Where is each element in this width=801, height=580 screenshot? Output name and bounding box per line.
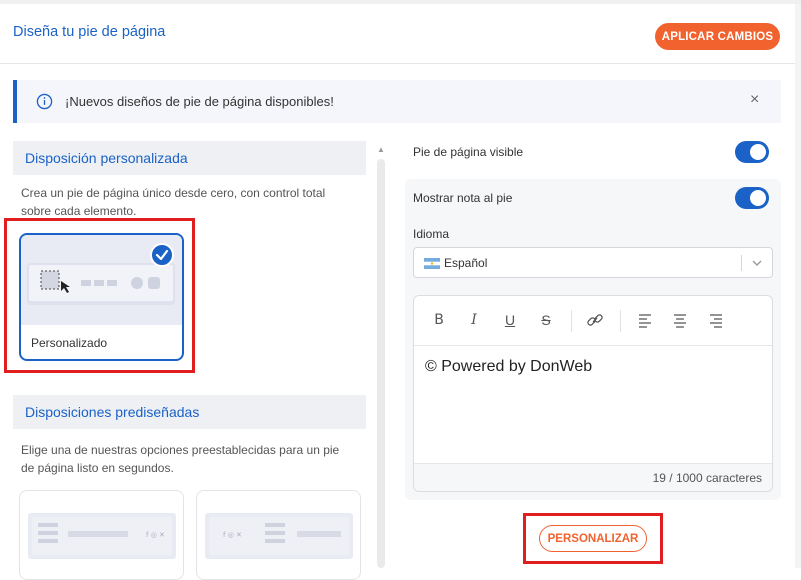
toolbar-separator <box>620 310 621 332</box>
svg-text:f ◎ ✕: f ◎ ✕ <box>146 531 165 539</box>
preset-preview-2: f ◎ ✕ <box>205 513 353 559</box>
language-value: Español <box>444 256 488 270</box>
footer-visible-toggle[interactable] <box>735 141 769 163</box>
preset-layout-card-2[interactable]: f ◎ ✕ <box>196 490 361 580</box>
italic-button[interactable]: I <box>464 310 484 330</box>
preset-illustration-2: f ◎ ✕ <box>209 517 349 555</box>
footer-visible-label: Pie de página visible <box>413 145 524 159</box>
language-select[interactable]: Español <box>413 247 773 278</box>
underline-button[interactable]: U <box>500 310 520 330</box>
close-icon[interactable]: × <box>750 91 759 109</box>
show-note-label: Mostrar nota al pie <box>413 191 513 205</box>
apply-changes-button[interactable]: APLICAR CAMBIOS <box>655 23 780 50</box>
alert-message: ¡Nuevos diseños de pie de página disponi… <box>65 94 334 109</box>
preset-preview-1: f ◎ ✕ <box>28 513 176 559</box>
info-icon <box>36 93 53 110</box>
language-label: Idioma <box>413 227 450 241</box>
select-divider <box>741 255 742 271</box>
left-column-scrollbar[interactable]: ▲ <box>376 145 386 568</box>
toolbar-separator <box>571 310 572 332</box>
custom-layout-title: Disposición personalizada <box>25 150 188 166</box>
page-title: Diseña tu pie de página <box>13 24 166 40</box>
custom-layout-heading: Disposición personalizada <box>13 141 366 175</box>
footer-note-editor[interactable]: B I U S © Powered by DonWeb 19 / 1000 ca… <box>413 295 773 492</box>
align-center-icon[interactable] <box>670 310 690 330</box>
top-bar: Diseña tu pie de página APLICAR CAMBIOS <box>0 0 801 64</box>
svg-text:f ◎ ✕: f ◎ ✕ <box>223 531 242 539</box>
editor-toolbar: B I U S <box>414 296 772 346</box>
highlight-box-personalize <box>523 513 663 564</box>
preset-layout-card-1[interactable]: f ◎ ✕ <box>19 490 184 580</box>
custom-layout-description: Crea un pie de página único desde cero, … <box>21 186 326 218</box>
highlight-box-custom-card <box>4 218 195 373</box>
toggle-knob <box>750 144 766 160</box>
character-counter-bar: 19 / 1000 caracteres <box>414 463 772 491</box>
bold-button[interactable]: B <box>429 310 449 330</box>
right-scroll-strip <box>795 4 801 568</box>
preset-layouts-title: Disposiciones prediseñadas <box>25 404 200 420</box>
align-right-icon[interactable] <box>706 310 726 330</box>
show-note-toggle[interactable] <box>735 187 769 209</box>
strikethrough-button[interactable]: S <box>536 310 556 330</box>
preset-illustration-1: f ◎ ✕ <box>32 517 172 555</box>
character-counter: 19 / 1000 caracteres <box>652 471 762 485</box>
new-designs-alert: ¡Nuevos diseños de pie de página disponi… <box>13 80 781 123</box>
toggle-knob <box>750 190 766 206</box>
chevron-down-icon[interactable] <box>750 256 764 270</box>
argentina-flag-icon <box>424 258 440 269</box>
link-icon[interactable] <box>585 310 605 330</box>
scrollbar-track[interactable] <box>377 159 385 568</box>
editor-content[interactable]: © Powered by DonWeb <box>425 358 592 376</box>
preset-layouts-heading: Disposiciones prediseñadas <box>13 395 366 429</box>
scroll-up-icon[interactable]: ▲ <box>377 145 385 154</box>
align-left-icon[interactable] <box>635 310 655 330</box>
preset-layouts-description: Elige una de nuestras opciones preestabl… <box>21 443 340 475</box>
